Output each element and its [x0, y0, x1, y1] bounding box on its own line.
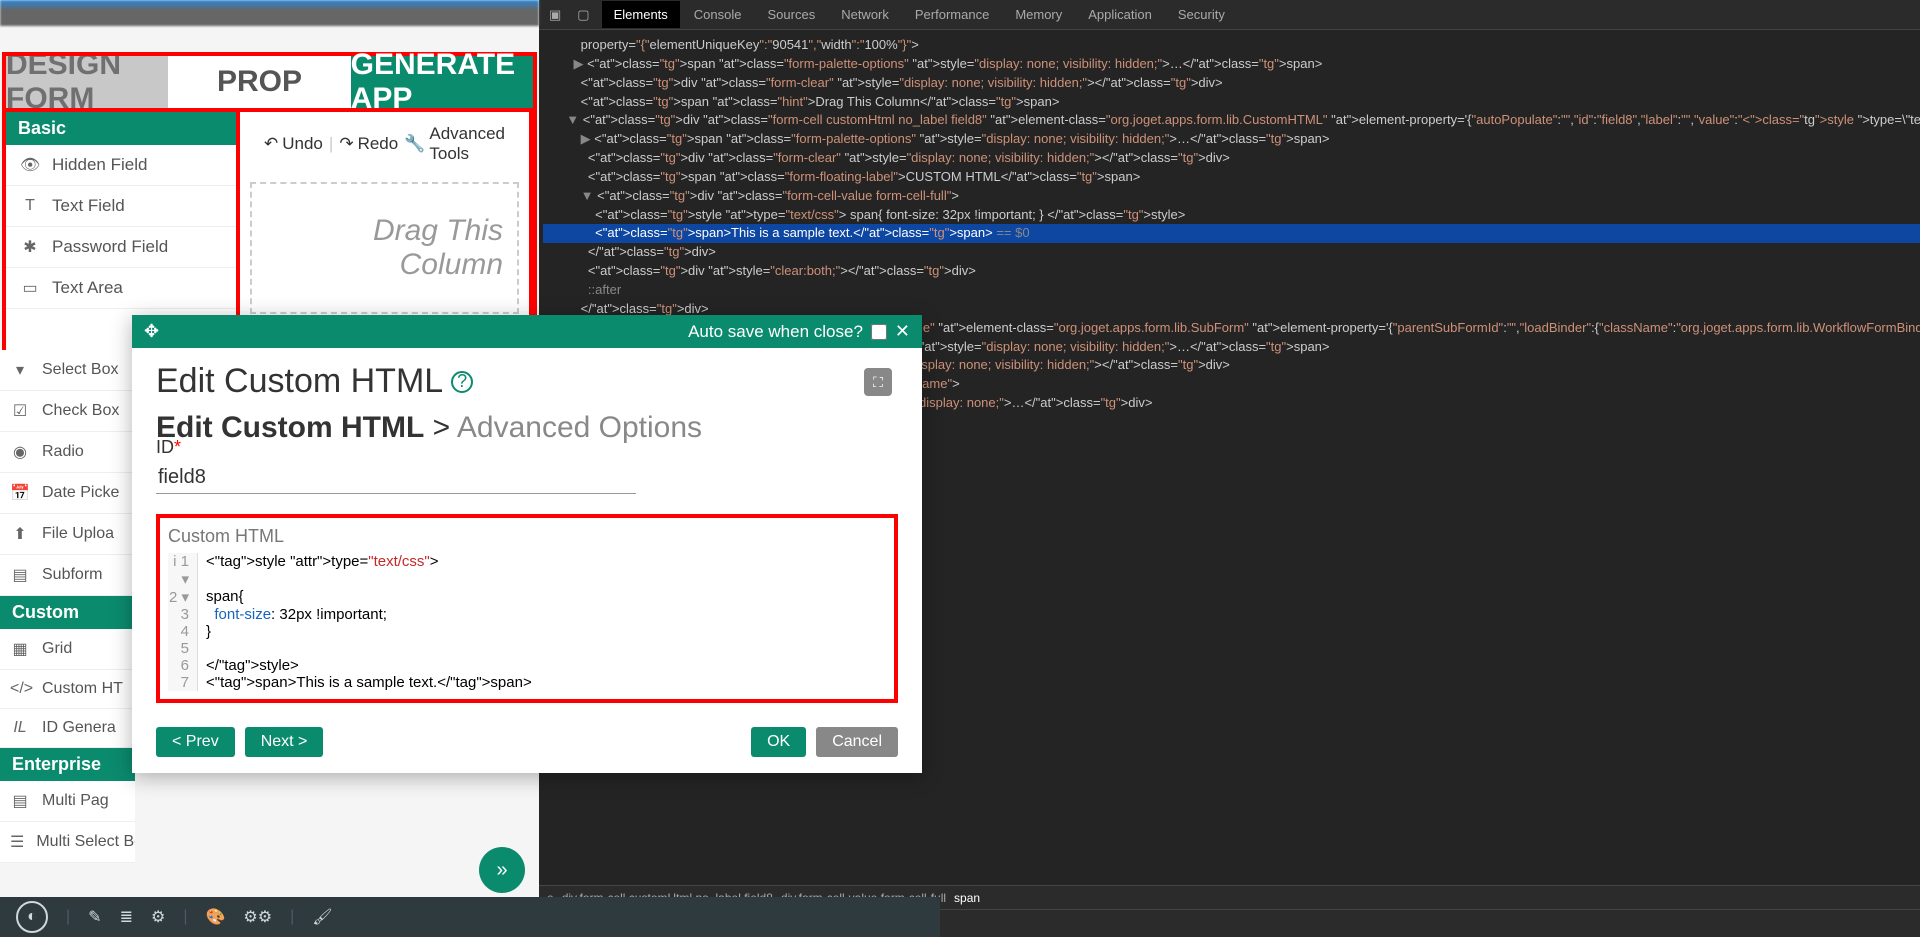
ok-button[interactable]: OK [751, 727, 806, 757]
logo-icon[interactable]: ◐ [16, 901, 48, 933]
devtools-tab-memory[interactable]: Memory [1003, 1, 1074, 28]
undo-button[interactable]: ↶ Undo [264, 124, 323, 164]
dom-node[interactable]: property="{"elementUniqueKey":"90541","w… [543, 36, 1920, 55]
palette-date-picker[interactable]: 📅Date Picke [0, 473, 135, 514]
palette-text-area[interactable]: ▭Text Area [6, 268, 236, 309]
dom-node[interactable]: </"at">class="tg">div> [543, 243, 1920, 262]
dom-node[interactable]: <"at">class="tg">span>This is a sample t… [543, 224, 1920, 243]
id-field-label: ID [156, 437, 174, 457]
brush-icon[interactable]: 🖌 [312, 907, 332, 927]
grid-icon: ▦ [10, 639, 30, 659]
edit-custom-html-dialog: ✥ Auto save when close? ✕ ⛶ Edit Custom … [132, 315, 922, 773]
help-icon[interactable]: ? [451, 371, 473, 393]
device-icon[interactable]: ▢ [573, 5, 593, 25]
dom-node[interactable]: <"at">class="tg">span "at">class="form-f… [543, 168, 1920, 187]
palette-text-field[interactable]: TText Field [6, 186, 236, 227]
devtools-tab-network[interactable]: Network [829, 1, 901, 28]
devtools-tab-performance[interactable]: Performance [903, 1, 1001, 28]
pages-icon: ▤ [10, 791, 30, 811]
palette-group-custom[interactable]: Custom [0, 596, 135, 629]
autosave-label: Auto save when close? [688, 322, 863, 342]
devtools-tab-security[interactable]: Security [1166, 1, 1237, 28]
asterisk-icon: ✱ [20, 237, 40, 257]
drag-column-placeholder[interactable]: Drag This Column [250, 182, 519, 314]
checkbox-icon: ☑ [10, 401, 30, 421]
palette-custom-html[interactable]: </>Custom HT [0, 670, 135, 709]
palette-check-box[interactable]: ☑Check Box [0, 391, 135, 432]
dom-node[interactable]: <"at">class="tg">style "at">type="text/c… [543, 206, 1920, 225]
dom-node[interactable]: ▶ <"at">class="tg">span "at">class="form… [543, 130, 1920, 149]
eye-slash-icon: 👁 [20, 155, 40, 175]
palette-id-generator[interactable]: ILID Genera [0, 709, 135, 748]
gears-icon[interactable]: ⚙⚙ [243, 907, 272, 927]
devtools-tab-console[interactable]: Console [682, 1, 754, 28]
devtools-tab-elements[interactable]: Elements [602, 1, 680, 28]
palette-file-upload[interactable]: ⬆File Uploa [0, 514, 135, 555]
tab-generate-app[interactable]: GENERATE APP [351, 56, 533, 108]
builder-tabs: DESIGN FORM PROP GENERATE APP [2, 52, 537, 112]
subform-icon: ▤ [10, 565, 30, 585]
dom-node[interactable]: ::after [543, 281, 1920, 300]
dom-node[interactable]: <"at">class="tg">span "at">class="hint">… [543, 93, 1920, 112]
palette-password-field[interactable]: ✱Password Field [6, 227, 236, 268]
prev-button[interactable]: < Prev [156, 727, 235, 757]
id-field-input[interactable] [156, 462, 636, 494]
palette-group-basic[interactable]: Basic [6, 112, 236, 145]
tab-properties[interactable]: PROP [168, 56, 350, 108]
text-icon: T [20, 197, 40, 215]
palette-grid[interactable]: ▦Grid [0, 629, 135, 670]
multiselect-icon: ☰ [10, 832, 24, 852]
tab-design-form[interactable]: DESIGN FORM [6, 56, 188, 108]
palette-group-enterprise[interactable]: Enterprise [0, 748, 135, 781]
canvas-toolbar: ↶ Undo | ↷ Redo 🔧 Advanced Tools [250, 118, 519, 170]
palette-subform[interactable]: ▤Subform [0, 555, 135, 596]
palette-hidden-field[interactable]: 👁Hidden Field [6, 145, 236, 186]
builder-bottom-bar: ◐ | ✎ ≣ ⚙ | 🎨 ⚙⚙ | 🖌 [0, 897, 940, 937]
expand-icon[interactable]: ⛶ [864, 368, 892, 396]
dialog-drag-handle[interactable]: ✥ [144, 321, 159, 342]
dom-node[interactable]: <"at">class="tg">div "at">style="clear:b… [543, 262, 1920, 281]
code-icon: </> [10, 680, 30, 698]
dom-node[interactable]: <"at">class="tg">div "at">class="form-cl… [543, 74, 1920, 93]
palette-multi-select[interactable]: ☰Multi Select Box [0, 822, 135, 863]
palette-icon[interactable]: 🎨 [205, 907, 225, 927]
dom-node[interactable]: ▼ <"at">class="tg">div "at">class="form-… [543, 187, 1920, 206]
palette-multi-page[interactable]: ▤Multi Pag [0, 781, 135, 822]
cancel-button[interactable]: Cancel [816, 727, 898, 757]
breadcrumb-item[interactable]: span [954, 891, 980, 905]
code-editor[interactable]: i 1 ▾<"tag">style "attr">type="text/css"… [168, 553, 886, 691]
palette-radio[interactable]: ◉Radio [0, 432, 135, 473]
upload-icon: ⬆ [10, 524, 30, 544]
browser-chrome [0, 0, 539, 26]
autosave-checkbox[interactable] [871, 324, 887, 340]
redo-button[interactable]: ↷ Redo [339, 124, 398, 164]
radio-icon: ◉ [10, 442, 30, 462]
advanced-tools-button[interactable]: 🔧 Advanced Tools [404, 124, 505, 164]
id-icon: IL [10, 719, 30, 737]
custom-html-editor-region: Custom HTML i 1 ▾<"tag">style "attr">typ… [156, 514, 898, 703]
palette-select-box[interactable]: ▾Select Box [0, 350, 135, 391]
dom-node[interactable]: ▼ <"at">class="tg">div "at">class="form-… [543, 111, 1920, 130]
list-icon[interactable]: ≣ [120, 907, 133, 927]
gear-icon[interactable]: ⚙ [151, 907, 165, 927]
select-icon: ▾ [10, 360, 30, 380]
custom-html-label: Custom HTML [168, 526, 886, 547]
textarea-icon: ▭ [20, 278, 40, 298]
fab-forward-button[interactable]: » [479, 847, 525, 893]
palette-sidebar-continued: ▾Select Box ☑Check Box ◉Radio 📅Date Pick… [0, 350, 135, 863]
devtools-tab-application[interactable]: Application [1076, 1, 1164, 28]
dom-node[interactable]: <"at">class="tg">div "at">class="form-cl… [543, 149, 1920, 168]
dialog-close-icon[interactable]: ✕ [895, 321, 910, 342]
dialog-heading: Edit Custom HTML? [156, 362, 898, 401]
inspect-icon[interactable]: ▣ [545, 5, 565, 25]
edit-icon[interactable]: ✎ [88, 907, 101, 927]
calendar-icon: 📅 [10, 483, 30, 503]
next-button[interactable]: Next > [245, 727, 324, 757]
devtools-tab-sources[interactable]: Sources [756, 1, 828, 28]
dom-node[interactable]: ▶ <"at">class="tg">span "at">class="form… [543, 55, 1920, 74]
